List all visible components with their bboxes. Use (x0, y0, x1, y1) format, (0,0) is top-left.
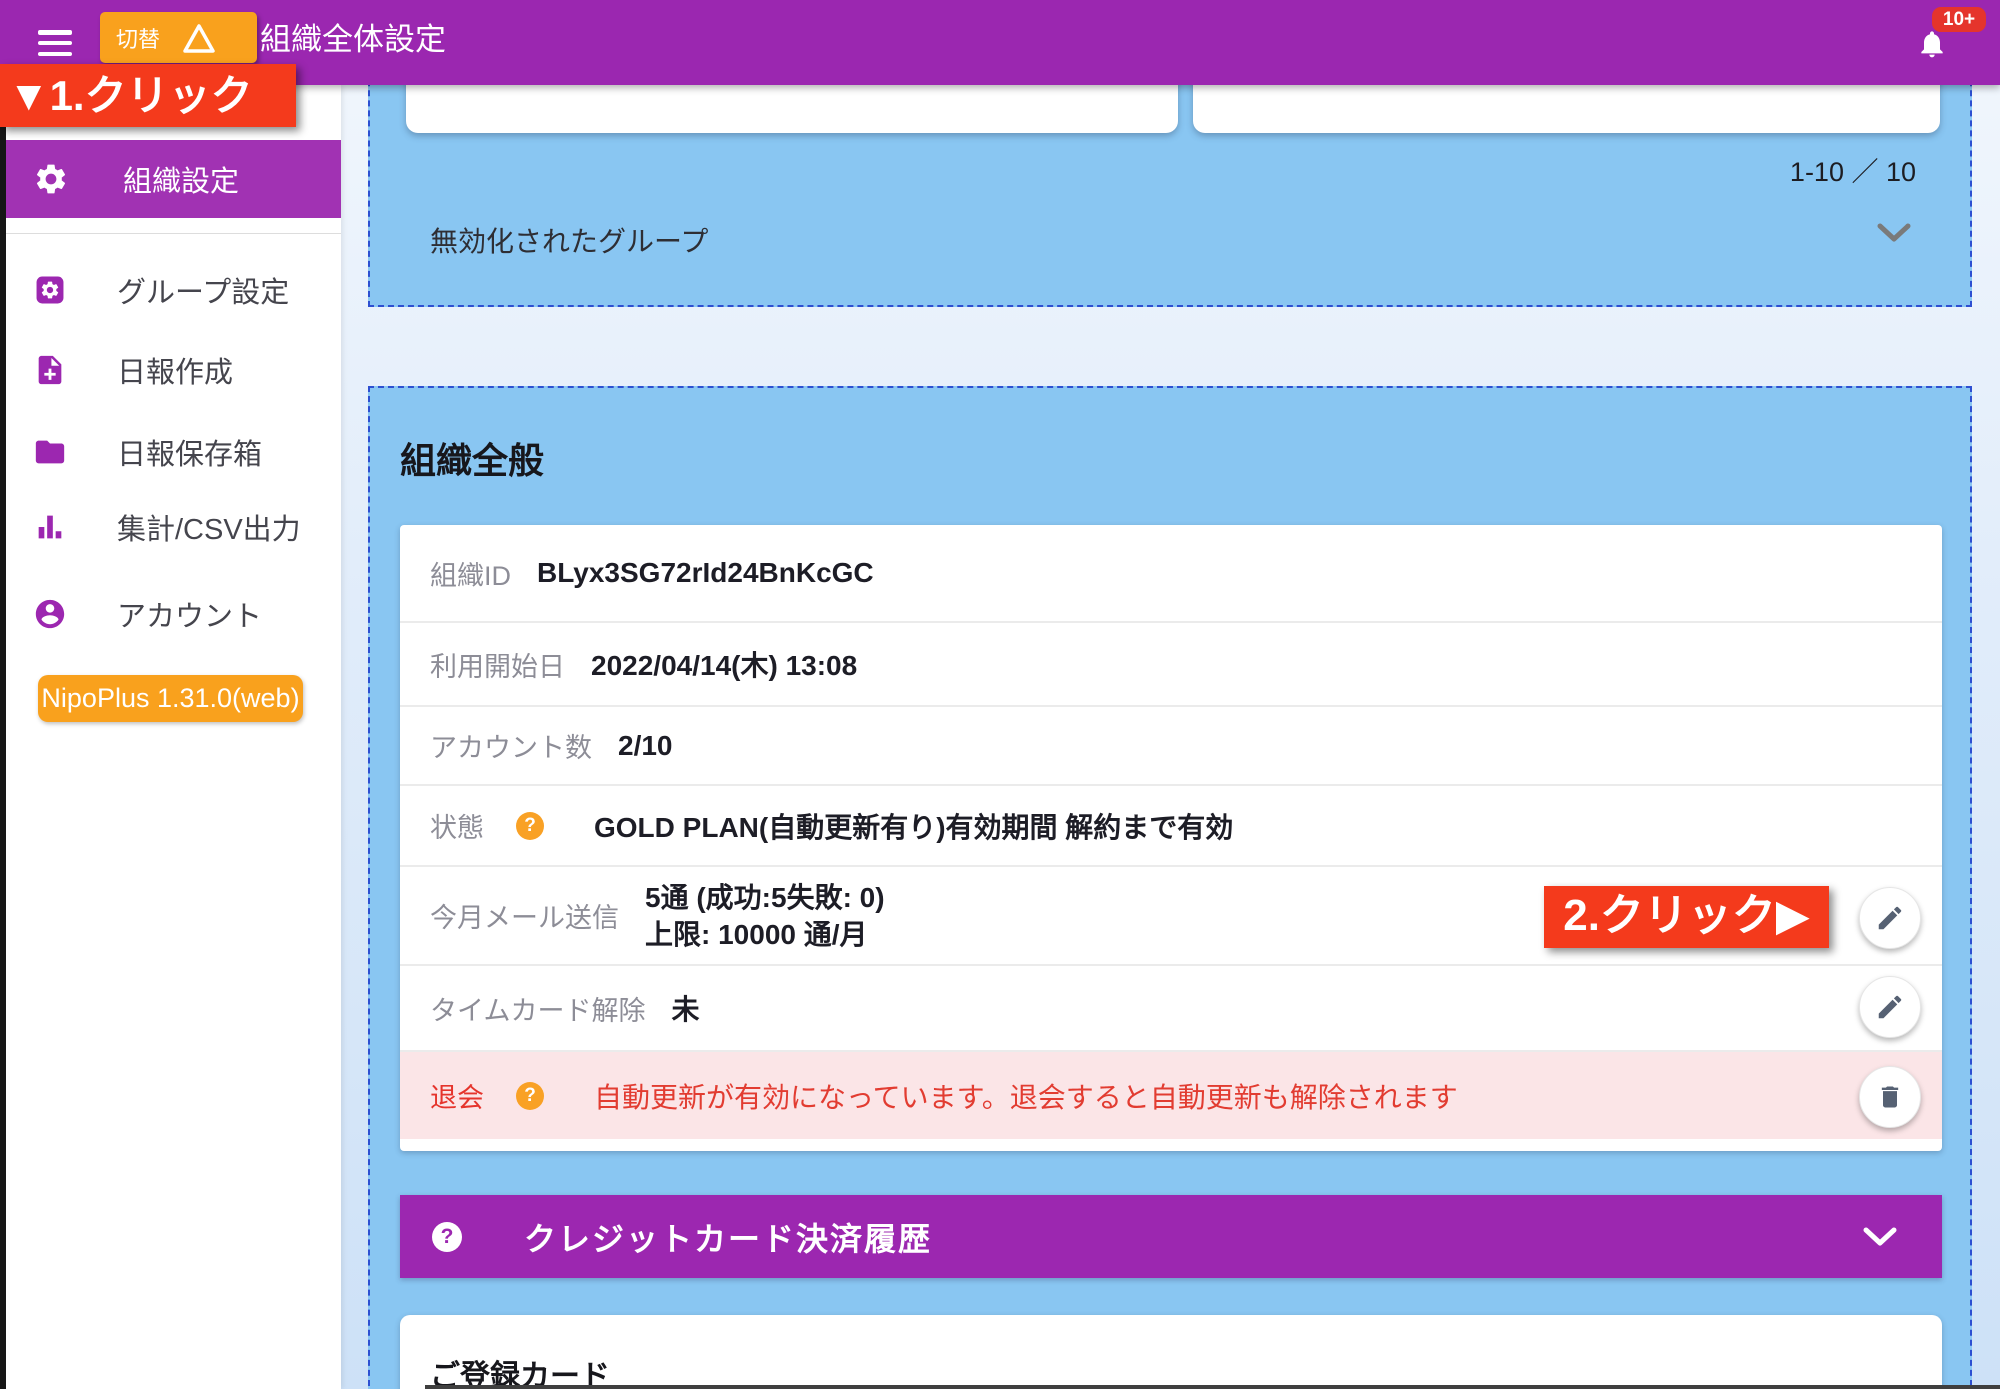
sidebar: 組織設定 グループ設定 日報作成 日報保存箱 集計/CSV出力 (0, 85, 341, 1389)
switch-org-button[interactable]: 切替 (100, 12, 257, 63)
edit-timecard-button[interactable] (1859, 976, 1921, 1038)
chevron-down-icon[interactable] (1876, 222, 1912, 244)
version-badge[interactable]: NipoPlus 1.31.0(web) (38, 675, 303, 722)
help-icon[interactable]: ? (516, 812, 544, 840)
table-row-status: 状態 ? GOLD PLAN(自動更新有り)有効期間 解約まで有効 (400, 784, 1942, 865)
credit-card-history-accordion[interactable]: ? クレジットカード決済履歴 (400, 1195, 1942, 1278)
hamburger-menu-icon[interactable] (38, 30, 72, 56)
row-label: アカウント数 (430, 726, 592, 765)
mail-count-line: 5通 (成功:5失敗: 0) (645, 882, 885, 913)
row-value: 2022/04/14(木) 13:08 (591, 644, 857, 684)
sidebar-item-report-box[interactable]: 日報保存箱 (0, 422, 341, 482)
registered-card-title: ご登録カード (430, 1351, 610, 1389)
row-label: タイムカード解除 (430, 989, 645, 1028)
sidebar-item-label: 集計/CSV出力 (117, 506, 301, 548)
pencil-icon (1875, 992, 1905, 1022)
bar-chart-icon (33, 510, 67, 544)
row-label: 利用開始日 (430, 645, 565, 684)
switch-button-label: 切替 (116, 22, 160, 54)
sidebar-item-org-settings[interactable]: 組織設定 (6, 140, 341, 218)
account-icon (33, 597, 67, 631)
sidebar-divider (0, 233, 341, 234)
row-value: 2/10 (618, 730, 673, 762)
row-label: 状態 (430, 806, 484, 845)
trash-icon (1876, 1082, 1904, 1112)
row-label: 今月メール送信 (430, 896, 619, 935)
sidebar-item-label: アカウント (117, 593, 262, 635)
row-label: 組織ID (430, 554, 511, 593)
pencil-icon (1875, 903, 1905, 933)
notification-bell-icon[interactable] (1916, 27, 1948, 61)
row-value: BLyx3SG72rId24BnKcGC (537, 557, 874, 589)
triangle-up-icon (182, 22, 216, 54)
edit-mail-limit-button[interactable] (1859, 887, 1921, 949)
chevron-down-icon[interactable] (1862, 1226, 1898, 1248)
table-row-account-count: アカウント数 2/10 (400, 705, 1942, 784)
help-icon[interactable]: ? (432, 1222, 462, 1252)
section-title: 組織全般 (400, 432, 544, 484)
row-value: GOLD PLAN(自動更新有り)有効期間 解約まで有効 (594, 806, 1233, 846)
sidebar-item-label: グループ設定 (117, 269, 289, 311)
withdraw-warning-text: 自動更新が有効になっています。退会すると自動更新も解除されます (594, 1076, 1458, 1116)
drawer-edge (0, 85, 6, 1389)
withdraw-delete-button[interactable] (1859, 1066, 1921, 1128)
sidebar-item-label: 日報作成 (117, 349, 233, 391)
sidebar-item-csv-export[interactable]: 集計/CSV出力 (0, 497, 341, 557)
sidebar-item-group-settings[interactable]: グループ設定 (0, 260, 341, 320)
app-header: 切替 組織全体設定 10+ (0, 0, 2000, 85)
sidebar-item-label: 組織設定 (123, 158, 239, 200)
row-value: 5通 (成功:5失敗: 0) 上限: 10000 通/月 (645, 879, 885, 953)
registered-card-panel: ご登録カード (400, 1315, 1942, 1389)
annotation-step1: ▼1.クリック (0, 64, 296, 127)
table-row-timecard-unlock: タイムカード解除 未 (400, 964, 1942, 1050)
notification-count-badge[interactable]: 10+ (1932, 7, 1986, 32)
row-value: 未 (671, 988, 699, 1028)
note-add-icon (33, 353, 67, 387)
app-screen: 1-10 ／ 10 無効化されたグループ 組織全般 組織ID BLyx3SG72… (0, 0, 2000, 1389)
credit-history-title: クレジットカード決済履歴 (524, 1214, 932, 1260)
disabled-groups-accordion[interactable]: 無効化されたグループ (430, 220, 708, 260)
table-row-withdraw: 退会 ? 自動更新が有効になっています。退会すると自動更新も解除されます (400, 1050, 1942, 1139)
window-bottom-edge (425, 1385, 2000, 1389)
organization-table: 組織ID BLyx3SG72rId24BnKcGC 利用開始日 2022/04/… (400, 525, 1942, 1151)
group-settings-icon (33, 273, 67, 307)
gear-icon (33, 161, 69, 197)
pagination-label: 1-10 ／ 10 (1790, 150, 1916, 189)
help-icon[interactable]: ? (516, 1082, 544, 1110)
sidebar-item-label: 日報保存箱 (117, 431, 262, 473)
table-bottom-padding (400, 1139, 1942, 1151)
table-row-org-id: 組織ID BLyx3SG72rId24BnKcGC (400, 525, 1942, 621)
sidebar-item-create-report[interactable]: 日報作成 (0, 340, 341, 400)
folder-icon (33, 435, 67, 469)
mail-limit-line: 上限: 10000 通/月 (645, 919, 868, 950)
row-label: 退会 (430, 1076, 484, 1115)
table-row-start-date: 利用開始日 2022/04/14(木) 13:08 (400, 621, 1942, 705)
annotation-step2: 2.クリック▶ (1544, 886, 1829, 948)
sidebar-item-account[interactable]: アカウント (0, 584, 341, 644)
